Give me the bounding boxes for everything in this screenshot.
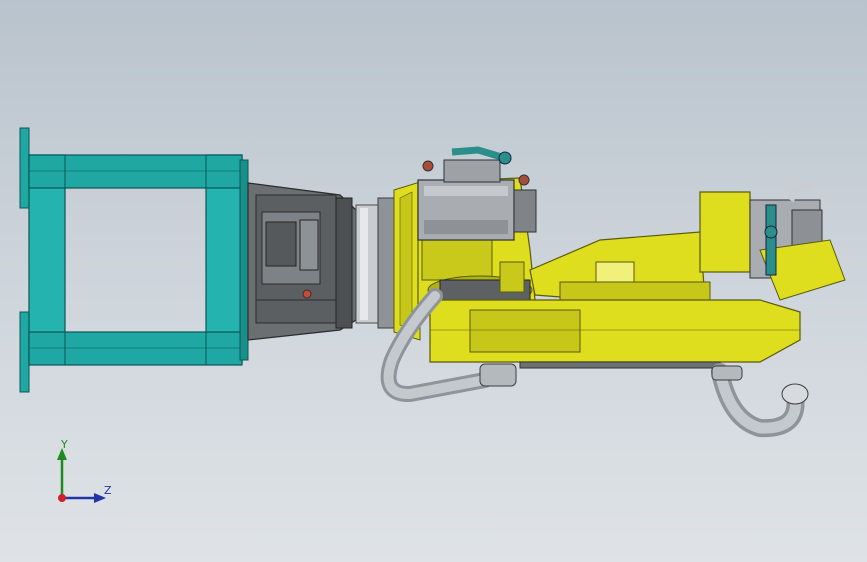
y-axis-label: Y: [61, 438, 68, 451]
frame-flange-bottom: [19, 311, 30, 393]
frame-top-beam: [28, 154, 243, 189]
base-gearbox: [247, 182, 357, 341]
forearm: [429, 299, 801, 369]
mounting-frame: [19, 127, 249, 393]
wrist-assembly: [699, 182, 846, 301]
coordinate-triad: Y Z: [40, 436, 130, 516]
frame-bottom-beam: [28, 331, 243, 366]
cad-viewport[interactable]: Y Z: [0, 0, 867, 562]
z-axis-label: Z: [104, 484, 112, 497]
robot-assembly-model[interactable]: [0, 0, 867, 562]
shoulder-motor: [417, 146, 537, 241]
upper-arm: [529, 231, 711, 301]
frame-flange-top: [19, 127, 30, 209]
axis-triad-icon: [57, 448, 106, 503]
x-axis-origin: [58, 494, 66, 502]
